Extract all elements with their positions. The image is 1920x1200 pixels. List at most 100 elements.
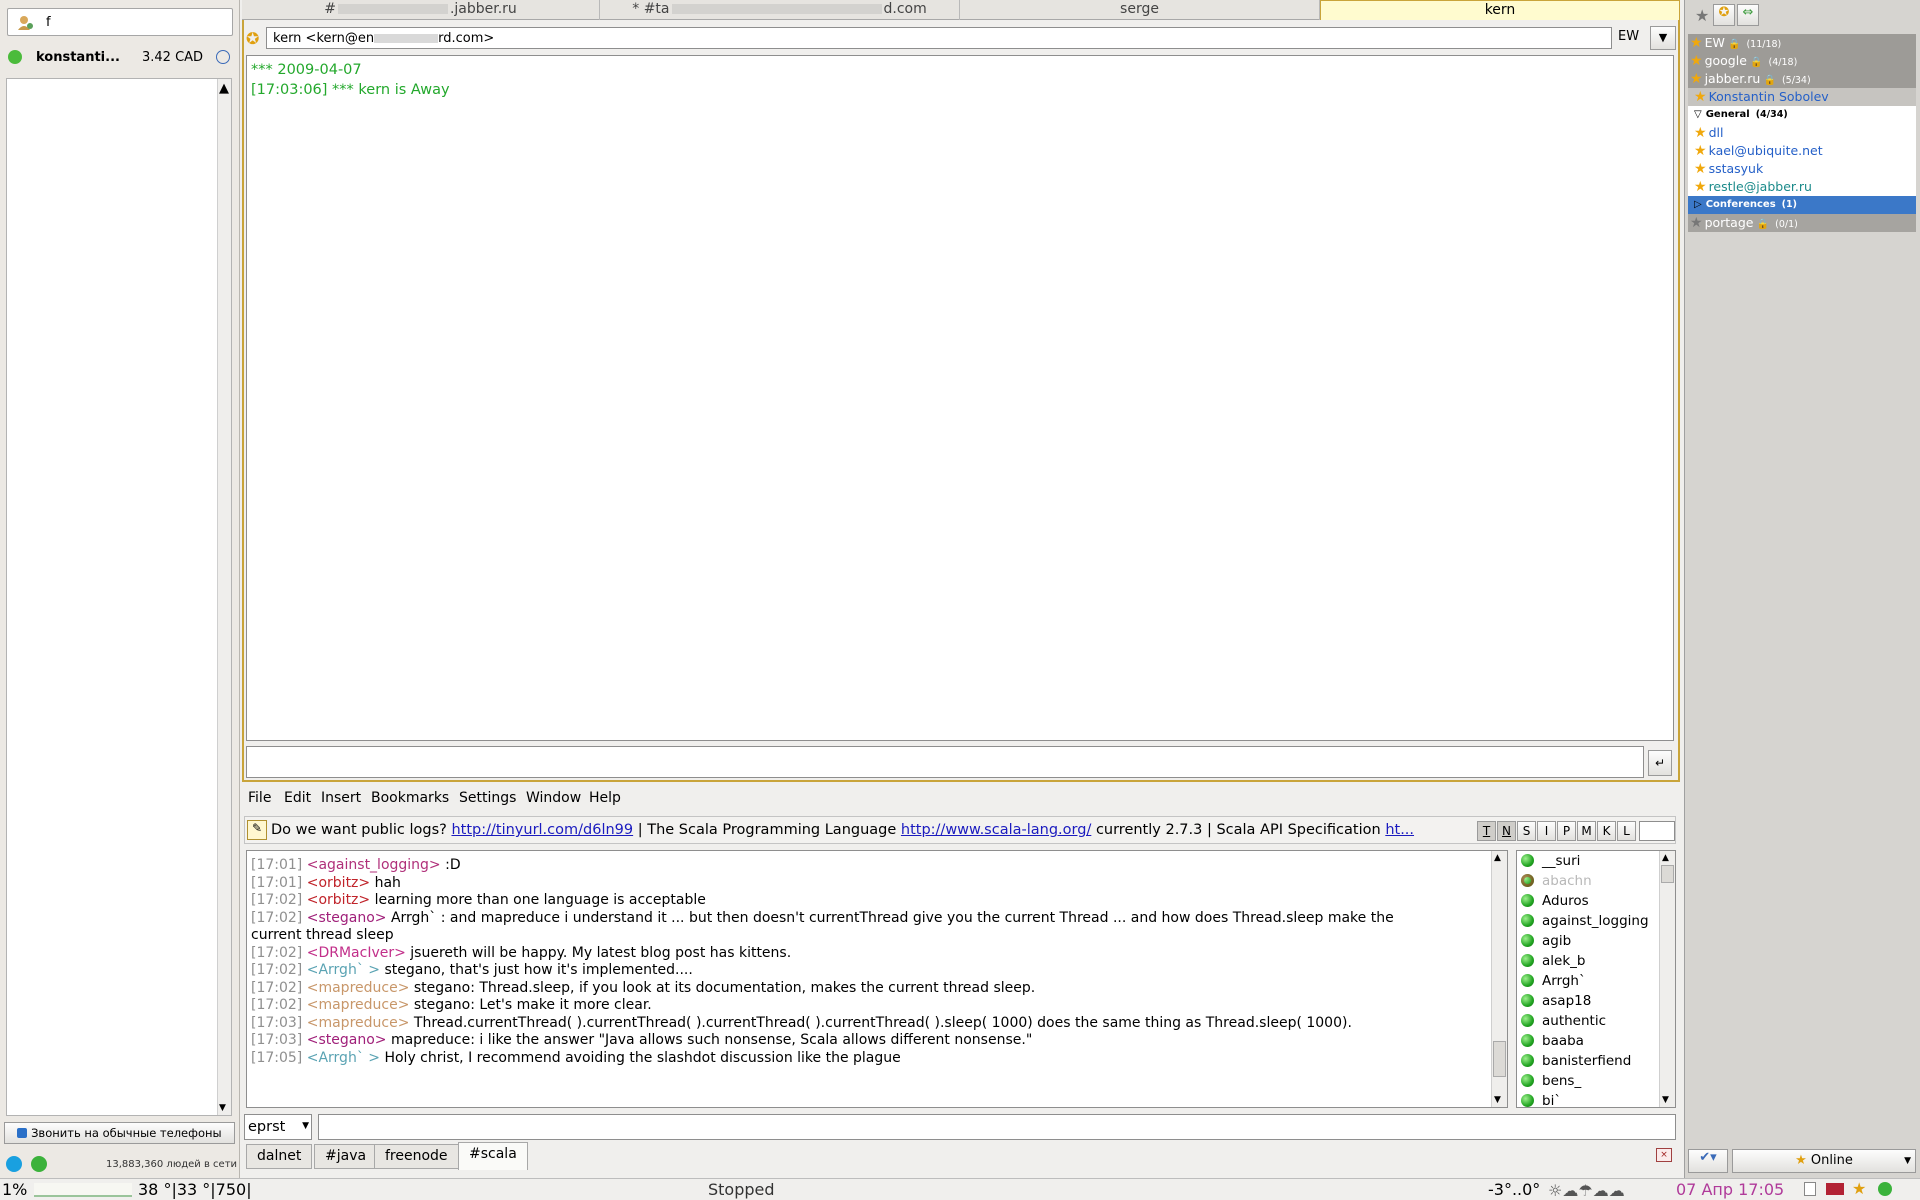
- menu-window[interactable]: Window: [526, 790, 581, 806]
- mode-n-button[interactable]: N: [1497, 821, 1516, 841]
- tab-dalnet[interactable]: dalnet: [246, 1144, 313, 1169]
- roster-account[interactable]: ★ jabber.ru 🔒 (5/34): [1688, 70, 1916, 88]
- flag-icon[interactable]: [1826, 1183, 1844, 1195]
- user-list-item[interactable]: authentic: [1521, 1013, 1606, 1033]
- log-nick[interactable]: <orbitz>: [307, 892, 370, 908]
- scroll-down-icon[interactable]: ▼: [219, 1103, 230, 1113]
- scroll-down-icon[interactable]: ▼: [1662, 1095, 1669, 1105]
- menu-insert[interactable]: Insert: [321, 790, 361, 806]
- skype-tray-icon[interactable]: [1878, 1182, 1892, 1196]
- encoding-label[interactable]: EW: [1618, 29, 1639, 44]
- log-nick[interactable]: <Arrgh` >: [307, 1050, 380, 1066]
- skype-status-icon[interactable]: [31, 1156, 47, 1172]
- scroll-up-icon[interactable]: ▲: [1662, 853, 1669, 863]
- roster-self[interactable]: ★ Konstantin Sobolev: [1688, 88, 1916, 106]
- chat-tab-1[interactable]: # .jabber.ru: [242, 0, 600, 20]
- clock-icon[interactable]: [216, 50, 230, 64]
- psi-tray-icon[interactable]: ★: [1852, 1179, 1866, 1198]
- mode-m-button[interactable]: M: [1577, 821, 1596, 841]
- menu-bookmarks[interactable]: Bookmarks: [371, 790, 449, 806]
- channel-log[interactable]: [17:01] <against_logging> :D [17:01] <orb…: [246, 850, 1508, 1108]
- mode-limit-field[interactable]: [1639, 821, 1675, 841]
- log-nick[interactable]: <orbitz>: [307, 875, 370, 891]
- tab-java[interactable]: #java: [314, 1144, 378, 1169]
- menu-file[interactable]: File: [248, 790, 271, 806]
- skype-user-row[interactable]: konstanti... 3.42 CAD: [0, 46, 240, 68]
- roster-contact[interactable]: ★ sstasyuk: [1688, 160, 1916, 178]
- roster-account[interactable]: ★ portage 🔒 (0/1): [1688, 214, 1916, 232]
- tray-icon[interactable]: [1804, 1182, 1816, 1196]
- scroll-up-icon[interactable]: ▲: [1494, 853, 1501, 863]
- chat-tab-kern[interactable]: kern: [1320, 0, 1680, 20]
- chat-options-button[interactable]: ▼: [1650, 26, 1676, 50]
- mode-k-button[interactable]: K: [1597, 821, 1616, 841]
- log-nick[interactable]: <mapreduce>: [307, 980, 410, 996]
- log-nick[interactable]: <stegano>: [307, 910, 387, 926]
- tab-scala[interactable]: #scala: [458, 1142, 528, 1170]
- menu-settings[interactable]: Settings: [459, 790, 516, 806]
- roster-list[interactable]: ★ EW 🔒 (11/18) ★ google 🔒 (4/18) ★ jabber.ru 🔒(…: [1688, 34, 1916, 1134]
- psi-main-menu-button[interactable]: ✔▾: [1688, 1149, 1728, 1173]
- roster-group[interactable]: ▷ Conferences (1): [1688, 196, 1916, 214]
- contact-add-icon[interactable]: [16, 14, 33, 30]
- topic-link-2[interactable]: http://www.scala-lang.org/: [901, 822, 1091, 838]
- tab-freenode[interactable]: freenode: [374, 1144, 459, 1169]
- topic-link-3[interactable]: ht...: [1385, 822, 1414, 838]
- scroll-thumb[interactable]: [1661, 865, 1674, 883]
- log-nick[interactable]: <against_logging>: [307, 857, 441, 873]
- status-selector[interactable]: ★ Online ▼: [1732, 1149, 1916, 1173]
- mode-p-button[interactable]: P: [1557, 821, 1576, 841]
- user-list-item[interactable]: Aduros: [1521, 893, 1589, 913]
- user-list-item[interactable]: agib: [1521, 933, 1571, 953]
- user-list[interactable]: __suri abachn Aduros against_logging agib ale…: [1516, 850, 1676, 1108]
- psi-menu-icon[interactable]: ★: [1695, 6, 1709, 25]
- roster-contact[interactable]: ★ dll: [1688, 124, 1916, 142]
- log-nick[interactable]: <mapreduce>: [307, 1015, 410, 1031]
- clock[interactable]: 07 Апр 17:05: [1676, 1180, 1784, 1199]
- chat-tab-2[interactable]: * #ta d.com: [600, 0, 960, 20]
- user-list-item[interactable]: bi`: [1521, 1093, 1561, 1107]
- contact-star-icon[interactable]: ✪: [246, 29, 259, 48]
- mode-i-button[interactable]: I: [1537, 821, 1556, 841]
- skype-search-field[interactable]: f: [7, 8, 233, 36]
- topic-link-1[interactable]: http://tinyurl.com/d6ln99: [451, 822, 633, 838]
- user-list-item[interactable]: Arrgh`: [1521, 973, 1586, 993]
- skype-contact-list[interactable]: ▲ ▼: [6, 78, 232, 1116]
- mode-s-button[interactable]: S: [1517, 821, 1536, 841]
- mode-l-button[interactable]: L: [1617, 821, 1636, 841]
- chat-message-input[interactable]: [246, 746, 1644, 778]
- mode-t-button[interactable]: T: [1477, 821, 1496, 841]
- chat-tab-serge[interactable]: serge: [960, 0, 1320, 20]
- close-tab-icon[interactable]: ×: [1656, 1148, 1672, 1162]
- roster-contact[interactable]: ★ kael@ubiquite.net: [1688, 142, 1916, 160]
- nick-selector[interactable]: eprst ▼: [244, 1114, 312, 1140]
- roster-account[interactable]: ★ EW 🔒 (11/18): [1688, 34, 1916, 52]
- chevron-down-icon[interactable]: ▼: [302, 1121, 309, 1131]
- scroll-up-icon[interactable]: ▲: [219, 81, 230, 96]
- roster-contact[interactable]: ★ restle@jabber.ru: [1688, 178, 1916, 196]
- user-list-item[interactable]: asap18: [1521, 993, 1591, 1013]
- log-nick[interactable]: <DRMacIver>: [307, 945, 406, 961]
- show-agents-button[interactable]: ⇔: [1737, 4, 1759, 26]
- send-button[interactable]: ↵: [1648, 750, 1672, 776]
- user-list-item[interactable]: __suri: [1521, 853, 1580, 873]
- log-nick[interactable]: <Arrgh` >: [307, 962, 380, 978]
- roster-account[interactable]: ★ google 🔒 (4/18): [1688, 52, 1916, 70]
- log-nick[interactable]: <stegano>: [307, 1032, 387, 1048]
- user-list-item[interactable]: banisterfiend: [1521, 1053, 1631, 1073]
- menu-edit[interactable]: Edit: [284, 790, 311, 806]
- menu-help[interactable]: Help: [589, 790, 621, 806]
- user-list-item[interactable]: abachn: [1521, 873, 1592, 893]
- scroll-down-icon[interactable]: ▼: [1494, 1095, 1501, 1105]
- topic-text[interactable]: Do we want public logs? http://tinyurl.c…: [271, 822, 1471, 838]
- user-list-item[interactable]: baaba: [1521, 1033, 1584, 1053]
- call-phones-button[interactable]: Звонить на обычные телефоны: [4, 1122, 235, 1144]
- scroll-thumb[interactable]: [1493, 1041, 1506, 1077]
- user-list-item[interactable]: alek_b: [1521, 953, 1585, 973]
- roster-group[interactable]: ▽ General (4/34): [1688, 106, 1916, 124]
- log-scrollbar[interactable]: ▲ ▼: [1491, 851, 1507, 1107]
- topic-edit-icon[interactable]: ✎: [247, 820, 267, 840]
- user-list-item[interactable]: against_logging: [1521, 913, 1649, 933]
- log-nick[interactable]: <mapreduce>: [307, 997, 410, 1013]
- userlist-scrollbar[interactable]: ▲ ▼: [1659, 851, 1675, 1107]
